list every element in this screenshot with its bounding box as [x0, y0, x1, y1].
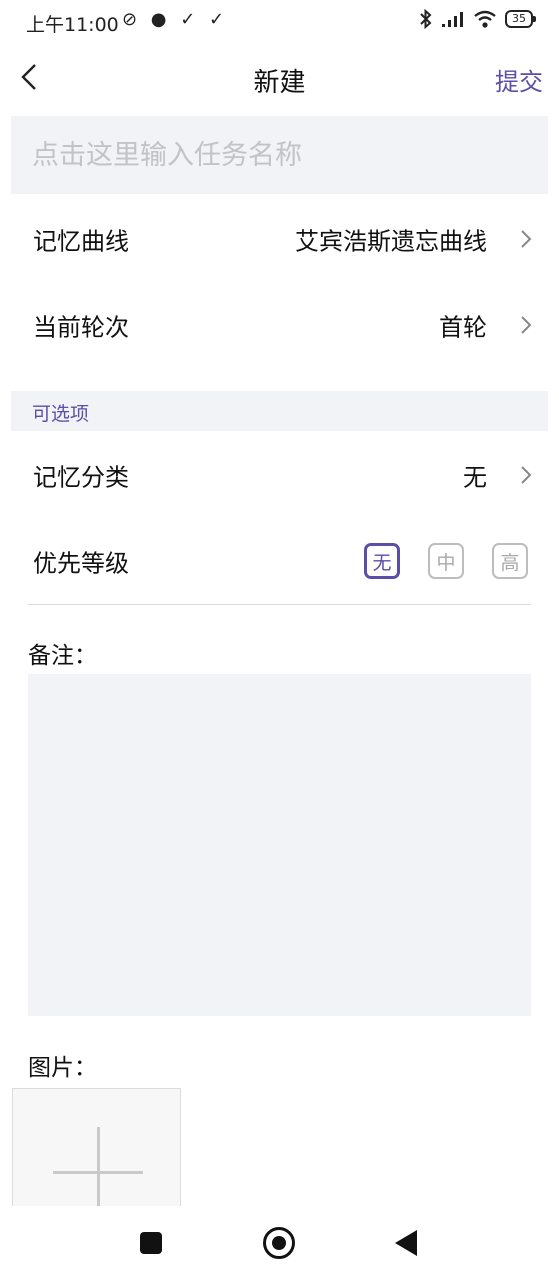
signal-icon	[442, 12, 463, 27]
wifi-icon	[474, 10, 496, 28]
chevron-right-icon	[521, 466, 532, 484]
current-round-label: 当前轮次	[33, 313, 129, 342]
memory-curve-row[interactable]: 记忆曲线 艾宾浩斯遗忘曲线	[0, 196, 559, 282]
recent-apps-icon[interactable]	[140, 1232, 162, 1254]
home-icon[interactable]	[263, 1227, 295, 1259]
divider	[28, 604, 531, 605]
images-label: 图片：	[28, 1055, 97, 1081]
priority-option-medium[interactable]: 中	[428, 543, 464, 579]
battery-icon: 35	[505, 10, 536, 28]
notes-textarea[interactable]	[28, 674, 531, 1016]
status-time: 上午11:00	[26, 14, 119, 36]
task-name-input[interactable]	[11, 116, 548, 194]
memory-category-row[interactable]: 记忆分类 无	[0, 432, 559, 518]
optional-section-title: 可选项	[32, 403, 90, 425]
priority-label: 优先等级	[33, 549, 129, 578]
system-nav-bar	[0, 1206, 559, 1280]
chevron-right-icon	[521, 230, 532, 248]
submit-button[interactable]: 提交	[495, 62, 543, 97]
system-back-icon[interactable]	[395, 1230, 417, 1256]
nav-bar: 新建 提交	[0, 48, 559, 108]
notification-icons: ⊘ ● ✓ ✓	[122, 9, 229, 30]
priority-options: 无 中 高	[364, 543, 528, 579]
memory-curve-value: 艾宾浩斯遗忘曲线	[295, 227, 487, 256]
memory-category-label: 记忆分类	[33, 463, 129, 492]
priority-option-none[interactable]: 无	[364, 543, 400, 579]
current-round-value: 首轮	[439, 313, 487, 342]
memory-curve-label: 记忆曲线	[33, 227, 129, 256]
optional-section-header: 可选项	[11, 391, 548, 431]
status-bar: 上午11:00 ⊘ ● ✓ ✓ 35	[0, 0, 559, 44]
priority-option-high[interactable]: 高	[492, 543, 528, 579]
page-title: 新建	[253, 68, 306, 98]
notes-label: 备注：	[28, 643, 97, 669]
status-right: 35	[419, 9, 536, 29]
priority-row: 优先等级 无 中 高	[0, 518, 559, 604]
memory-category-value: 无	[463, 463, 487, 492]
bluetooth-icon	[420, 9, 432, 29]
chevron-right-icon	[521, 316, 532, 334]
current-round-row[interactable]: 当前轮次 首轮	[0, 282, 559, 368]
